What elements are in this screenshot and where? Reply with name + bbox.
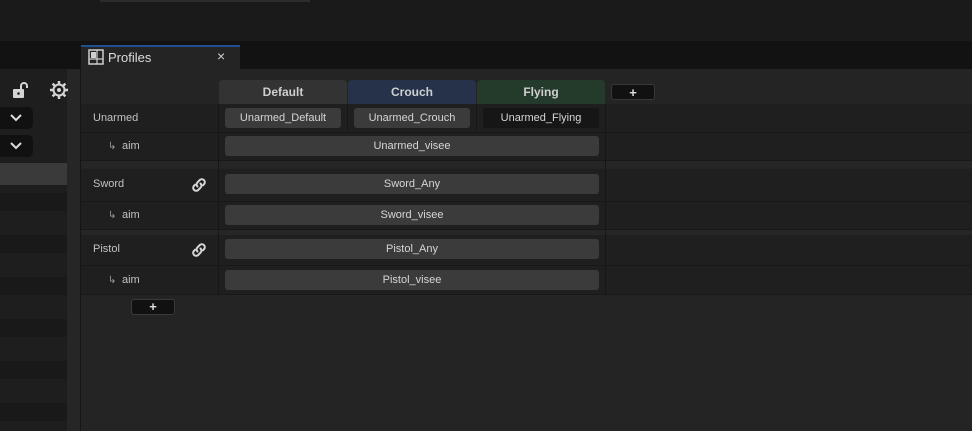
animation-profile-button[interactable]: Sword_visee xyxy=(225,205,599,225)
panel-splitter[interactable] xyxy=(67,69,80,431)
animation-profile-button[interactable]: Unarmed_Flying xyxy=(483,108,599,128)
left-list-row-selected[interactable] xyxy=(0,163,67,185)
grid-line xyxy=(347,104,348,132)
sub-arrow-icon: ↳ xyxy=(108,141,117,152)
row-label-sword: Sword xyxy=(93,178,125,190)
animation-profile-button[interactable]: Unarmed_visee xyxy=(225,136,599,156)
gear-icon[interactable] xyxy=(49,80,69,100)
left-list-row[interactable] xyxy=(0,277,67,295)
left-dropdown[interactable] xyxy=(0,135,33,157)
chevron-down-icon xyxy=(10,114,22,122)
top-bar-strip xyxy=(100,0,310,2)
add-column-button[interactable]: + xyxy=(611,84,655,100)
tab-title: Profiles xyxy=(108,50,152,65)
animation-profile-button[interactable]: Unarmed_Default xyxy=(225,108,341,128)
row-label-pistol: Pistol xyxy=(93,243,120,255)
row-separator xyxy=(81,161,972,168)
animation-profile-button[interactable]: Sword_Any xyxy=(225,174,599,194)
link-icon[interactable] xyxy=(190,241,208,259)
link-icon[interactable] xyxy=(190,176,208,194)
grid-line xyxy=(605,104,606,295)
left-dropdown[interactable] xyxy=(0,107,33,129)
add-row-button[interactable]: + xyxy=(131,299,175,315)
grid-line xyxy=(476,104,477,132)
layout-icon xyxy=(88,49,104,65)
column-header-flying[interactable]: Flying xyxy=(477,80,605,104)
animation-profile-button[interactable]: Unarmed_Crouch xyxy=(354,108,470,128)
left-list-row[interactable] xyxy=(0,403,67,421)
row-label-aim: aim xyxy=(122,274,140,286)
top-bar xyxy=(0,0,972,41)
sub-arrow-icon: ↳ xyxy=(108,275,117,286)
left-list-row[interactable] xyxy=(0,193,67,211)
row-label-aim: aim xyxy=(122,209,140,221)
tab-profiles[interactable]: Profiles × xyxy=(81,45,240,69)
animation-profile-button[interactable]: Pistol_Any xyxy=(225,239,599,259)
column-header-default[interactable]: Default xyxy=(219,80,347,104)
unlock-icon[interactable] xyxy=(10,80,30,100)
left-list-row[interactable] xyxy=(0,319,67,337)
row-label-aim: aim xyxy=(122,140,140,152)
left-list-row[interactable] xyxy=(0,235,67,253)
chevron-down-icon xyxy=(10,142,22,150)
row-label-unarmed: Unarmed xyxy=(93,112,139,124)
close-icon[interactable]: × xyxy=(217,48,225,64)
left-list-row[interactable] xyxy=(0,361,67,379)
grid-line xyxy=(218,104,219,295)
column-header-crouch[interactable]: Crouch xyxy=(348,80,476,104)
animation-profile-button[interactable]: Pistol_visee xyxy=(225,270,599,290)
sub-arrow-icon: ↳ xyxy=(108,210,117,221)
